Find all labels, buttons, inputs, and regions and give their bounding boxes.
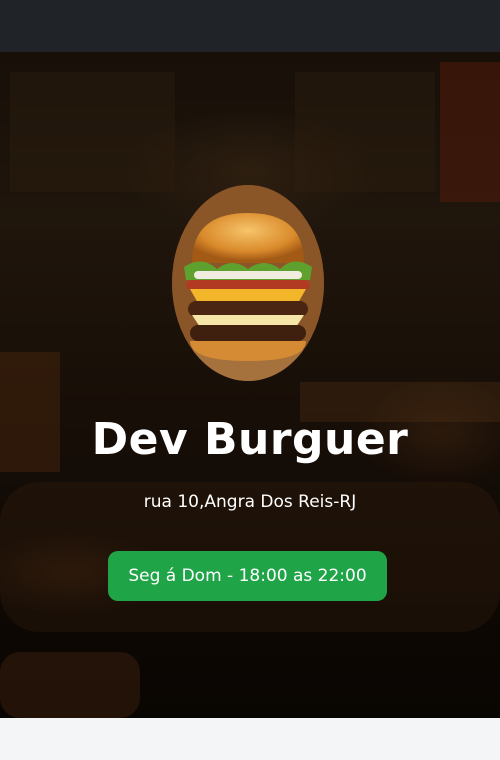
top-bar bbox=[0, 0, 500, 52]
restaurant-name: Dev Burguer bbox=[91, 414, 409, 465]
hero-header: Dev Burguer rua 10,Angra Dos Reis-RJ Seg… bbox=[0, 52, 500, 718]
restaurant-address: rua 10,Angra Dos Reis-RJ bbox=[143, 492, 357, 512]
opening-hours-badge: Seg á Dom - 18:00 as 22:00 bbox=[108, 551, 387, 601]
burger-logo bbox=[172, 185, 324, 381]
restaurant-background-image bbox=[0, 52, 500, 718]
page-content-area bbox=[0, 718, 500, 760]
burger-icon bbox=[172, 185, 324, 381]
